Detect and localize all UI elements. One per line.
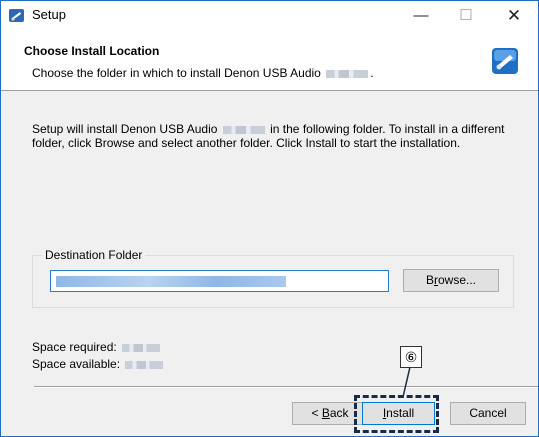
window-title: Setup — [32, 7, 66, 22]
space-available-label: Space available: — [32, 357, 121, 371]
callout-pointer-line — [402, 367, 411, 398]
cancel-button[interactable]: Cancel — [450, 402, 526, 425]
wizard-header: Choose Install Location Choose the folde… — [1, 30, 538, 91]
title-bar[interactable]: Setup — ☐ ✕ — [1, 1, 538, 30]
install-label-post: nstall — [386, 406, 415, 420]
space-required: Space required: — [32, 340, 162, 354]
redacted-space-required — [122, 343, 161, 352]
redacted-version — [222, 125, 265, 134]
footer-divider-highlight — [34, 387, 538, 388]
minimize-button[interactable]: — — [399, 1, 443, 30]
maximize-button[interactable]: ☐ — [444, 1, 488, 30]
intro-text-part1: Setup will install Denon USB Audio — [32, 122, 218, 136]
browse-label-post: owse... — [438, 273, 477, 287]
space-available: Space available: — [32, 357, 165, 371]
browse-button[interactable]: Browse... — [403, 269, 499, 292]
page-subtitle-end: . — [370, 66, 374, 80]
destination-folder-value-selected — [56, 276, 286, 287]
setup-app-icon — [9, 9, 24, 22]
back-label-pre: < — [311, 406, 322, 420]
install-button[interactable]: Install — [362, 402, 435, 425]
installer-disk-icon — [492, 48, 518, 74]
page-subtitle-text: Choose the folder in which to install De… — [32, 66, 321, 80]
back-label-accel: B — [321, 406, 330, 420]
setup-window: Setup — ☐ ✕ Choose Install Location Choo… — [0, 0, 539, 437]
destination-folder-legend: Destination Folder — [42, 248, 146, 262]
callout-step-label: ⑥ — [400, 346, 422, 368]
destination-folder-group: Destination Folder Browse... — [32, 248, 514, 308]
intro-text: Setup will install Denon USB Audio in th… — [32, 122, 512, 150]
space-required-label: Space required: — [32, 340, 117, 354]
back-button[interactable]: < Back — [292, 402, 368, 425]
browse-label-pre: B — [425, 273, 434, 287]
page-title: Choose Install Location — [24, 44, 160, 58]
close-button[interactable]: ✕ — [492, 1, 536, 30]
back-label-post: ack — [329, 406, 349, 420]
redacted-space-available — [125, 360, 164, 369]
redacted-version — [326, 69, 369, 78]
destination-folder-input[interactable] — [50, 270, 389, 292]
page-subtitle: Choose the folder in which to install De… — [32, 66, 374, 80]
